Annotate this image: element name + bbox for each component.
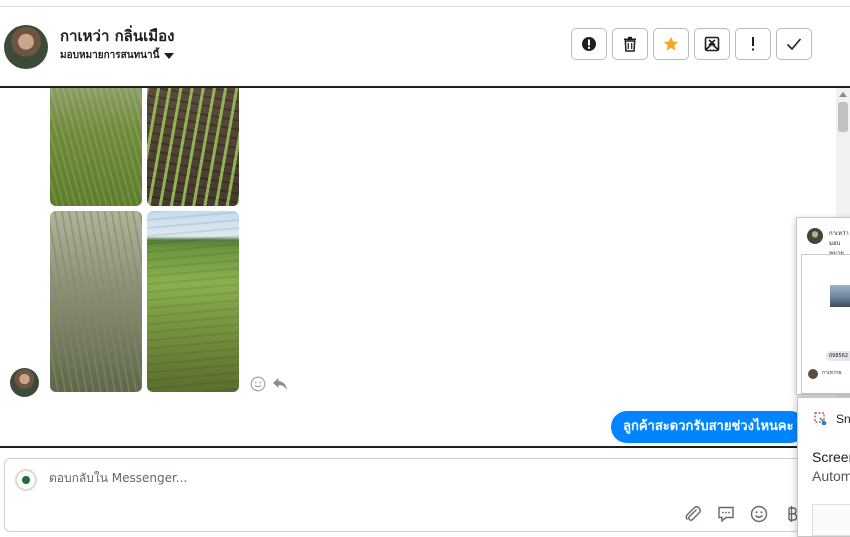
reply-composer [4,458,836,532]
composer-tools [681,503,804,525]
paperclip-icon [685,506,701,521]
snipping-tool-icon [814,412,827,426]
check-icon [786,38,802,51]
chat-bubble-icon [718,506,734,523]
green-field-photo[interactable] [147,211,239,392]
conversation-header: กาเหว่า กลิ่นเมือง มอบหมายการสนทนานี้ [0,7,850,86]
scroll-up-arrow-icon[interactable] [839,92,847,97]
scroll-thumb[interactable] [838,102,848,132]
exclamation-icon [752,37,754,51]
outgoing-message-bubble[interactable]: ลูกค้าสะดวกรับสายช่วงไหนคะ [611,411,806,443]
delete-button[interactable] [612,28,648,60]
preview-avatar [807,228,823,244]
header-actions [571,28,812,60]
preview-reply-text: กาเหว่าผ [822,370,842,376]
emoji-button[interactable] [747,503,771,525]
notification-preview [812,504,850,536]
smiley-icon [750,505,768,523]
react-smiley-icon[interactable] [250,376,266,392]
reply-arrow-icon[interactable] [272,377,288,391]
attach-button[interactable] [681,503,705,525]
preview-avatar-small [808,369,818,379]
inbox-preview-card[interactable]: กาเหว่า มอบหมาย 098562 กาเหว่าผ [796,217,850,395]
mark-unread-button[interactable] [694,28,730,60]
preview-house-thumbnail [830,285,850,307]
alert-circle-icon [582,37,596,51]
sender-avatar [10,368,39,397]
assign-label: มอบหมายการสนทนานี้ [60,50,160,61]
rice-field-photo-1[interactable] [50,88,142,206]
contact-name[interactable]: กาเหว่า กลิ่นเมือง [60,24,174,48]
notification-title: Screen [812,449,850,465]
trash-icon [624,36,636,52]
assign-conversation-dropdown[interactable]: มอบหมายการสนทนานี้ [60,48,175,63]
caret-down-icon [164,52,175,59]
corn-seedlings-photo[interactable] [147,88,239,206]
conversation-thread[interactable]: ลูกค้าสะดวกรับสายช่วงไหนคะ [0,88,836,446]
spam-button[interactable] [571,28,607,60]
mark-done-button[interactable] [776,28,812,60]
preview-phone-bubble: 098562 [826,351,850,361]
page-logo-icon [15,469,37,491]
notification-body: Autom [812,468,850,484]
reply-input[interactable] [49,471,649,485]
composer-divider [0,446,850,448]
flooded-rice-photo[interactable] [50,211,142,392]
envelope-x-icon [704,36,720,52]
contact-avatar[interactable] [4,25,48,69]
saved-replies-button[interactable] [714,503,738,525]
system-notification[interactable]: Sn Screen Autom [797,397,850,537]
star-button[interactable] [653,28,689,60]
star-icon [663,36,679,51]
message-actions [250,376,288,392]
priority-button[interactable] [735,28,771,60]
notification-app-name: Sn [836,412,850,426]
preview-thread: 098562 กาเหว่าผ [801,254,850,394]
